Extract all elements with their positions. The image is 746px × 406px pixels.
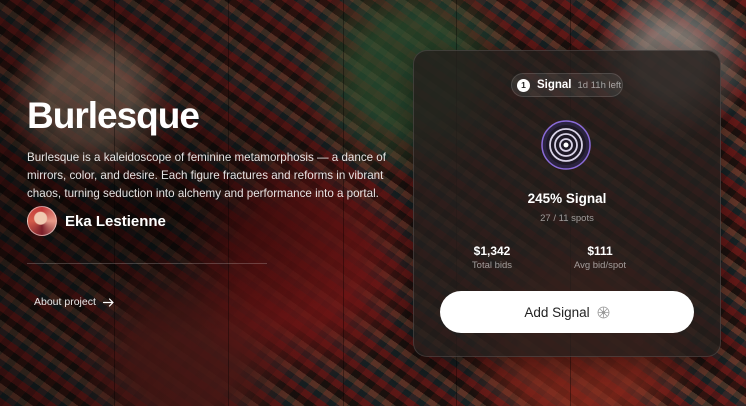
signal-count-badge: 1 (517, 78, 530, 92)
arrow-right-icon (102, 297, 114, 307)
add-signal-label: Add Signal (524, 304, 590, 320)
avg-bid-stat: $111 Avg bid/spot (550, 244, 650, 271)
project-title: Burlesque (27, 95, 200, 136)
signal-percent: 245% Signal (527, 191, 607, 206)
signal-card: 1 Signal 1d 11h left 245% Signal 27 / 11… (413, 50, 721, 357)
signal-status-pill: 1 Signal 1d 11h left (511, 73, 623, 97)
signal-pill-label: Signal (537, 79, 572, 91)
spots-count: 27 / 11 spots (540, 213, 594, 224)
total-bids-value: $1,342 (473, 244, 511, 258)
total-bids-label: Total bids (471, 260, 513, 271)
add-signal-button[interactable]: Add Signal (440, 291, 694, 333)
about-project-link[interactable]: About project (34, 296, 114, 308)
artist-link[interactable]: Eka Lestienne (27, 206, 166, 236)
signal-rings-icon (541, 120, 591, 170)
artist-name: Eka Lestienne (65, 212, 166, 230)
time-left: 1d 11h left (577, 79, 622, 91)
about-project-label: About project (34, 296, 96, 308)
avg-bid-value: $111 (587, 244, 613, 258)
spark-icon (597, 306, 610, 318)
avg-bid-label: Avg bid/spot (573, 260, 627, 271)
section-divider (27, 263, 267, 264)
total-bids-stat: $1,342 Total bids (442, 244, 542, 271)
artist-avatar (27, 206, 57, 236)
project-description: Burlesque is a kaleidoscope of feminine … (27, 151, 386, 200)
